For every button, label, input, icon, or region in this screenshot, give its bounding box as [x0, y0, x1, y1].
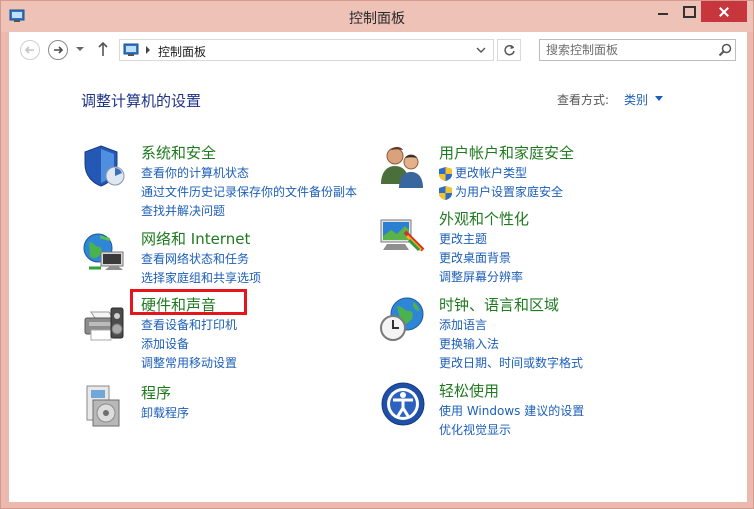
category-title-system-security[interactable]: 系统和安全	[141, 142, 216, 163]
category-title-appearance[interactable]: 外观和个性化	[439, 208, 529, 229]
window-title: 控制面板	[349, 11, 405, 27]
view-by-chevron-down-icon[interactable]	[655, 96, 663, 101]
category-links: 查看你的计算机状态 通过文件历史记录保存你的文件备份副本 查找并解决问题	[141, 164, 357, 221]
users-icon[interactable]	[379, 142, 427, 190]
search-box[interactable]	[539, 39, 736, 61]
category-links: 卸载程序	[141, 404, 189, 423]
uac-shield-icon	[439, 167, 452, 181]
title-bar[interactable]: 控制面板	[1, 1, 753, 32]
control-panel-window: 控制面板 控制面板 搜索控制面板 调整计算机的设置 查看方式: 类别 系统和安全…	[0, 0, 754, 509]
category-title-user-accounts[interactable]: 用户帐户和家庭安全	[439, 142, 574, 163]
clock-globe-icon[interactable]	[379, 296, 427, 344]
ease-of-access-icon[interactable]	[379, 380, 427, 428]
address-history-chevron-down-icon[interactable]	[476, 47, 486, 54]
link-change-date-time-format[interactable]: 更改日期、时间或数字格式	[439, 354, 583, 373]
link-add-language[interactable]: 添加语言	[439, 316, 583, 335]
view-by-dropdown[interactable]: 类别	[624, 91, 648, 108]
page-heading: 调整计算机的设置	[81, 92, 202, 110]
category-links: 更改帐户类型 为用户设置家庭安全	[439, 164, 563, 202]
navigation-bar: 控制面板	[9, 32, 747, 66]
highlight-annotation-box	[130, 289, 247, 315]
link-devices-printers[interactable]: 查看设备和打印机	[141, 316, 237, 335]
view-by-label: 查看方式:	[557, 93, 610, 107]
appearance-icon[interactable]	[379, 214, 427, 262]
link-adjust-screen-resolution[interactable]: 调整屏幕分辨率	[439, 268, 523, 287]
category-programs: 程序 卸载程序	[81, 382, 381, 432]
programs-icon[interactable]	[81, 382, 129, 430]
recent-locations-chevron-down-icon[interactable]	[76, 45, 84, 53]
minimize-button[interactable]	[653, 1, 673, 22]
link-add-device[interactable]: 添加设备	[141, 335, 237, 354]
breadcrumb-control-panel[interactable]: 控制面板	[158, 43, 206, 60]
link-change-desktop-background[interactable]: 更改桌面背景	[439, 249, 523, 268]
back-button[interactable]	[20, 40, 40, 60]
close-button[interactable]	[701, 1, 747, 22]
address-bar[interactable]: 控制面板	[119, 39, 494, 61]
main-content: 调整计算机的设置 查看方式: 类别 系统和安全 查看你的计算机状态 通过文件历史…	[9, 66, 747, 502]
category-system-security: 系统和安全 查看你的计算机状态 通过文件历史记录保存你的文件备份副本 查找并解决…	[81, 142, 381, 218]
link-change-theme[interactable]: 更改主题	[439, 230, 523, 249]
search-icon[interactable]	[718, 43, 732, 57]
link-change-input-method[interactable]: 更换输入法	[439, 335, 583, 354]
arrow-right-icon	[54, 46, 64, 54]
category-title-network-internet[interactable]: 网络和 Internet	[141, 228, 250, 249]
category-ease-of-access: 轻松使用 使用 Windows 建议的设置 优化视觉显示	[379, 380, 709, 437]
shield-icon[interactable]	[81, 142, 129, 190]
uac-shield-icon	[439, 186, 452, 200]
category-links: 查看设备和打印机 添加设备 调整常用移动设置	[141, 316, 237, 373]
link-family-safety[interactable]: 为用户设置家庭安全	[439, 183, 563, 202]
link-network-status-tasks[interactable]: 查看网络状态和任务	[141, 250, 261, 269]
category-network-internet: 网络和 Internet 查看网络状态和任务 选择家庭组和共享选项	[81, 228, 381, 285]
search-input[interactable]	[540, 40, 710, 60]
link-view-computer-status[interactable]: 查看你的计算机状态	[141, 164, 357, 183]
category-title-programs[interactable]: 程序	[141, 382, 171, 403]
breadcrumb-chevron-right-icon[interactable]	[145, 46, 151, 54]
link-optimize-visual-display[interactable]: 优化视觉显示	[439, 421, 584, 440]
category-user-accounts: 用户帐户和家庭安全 更改帐户类型 为用户设置家庭安全	[379, 142, 709, 200]
category-links: 添加语言 更换输入法 更改日期、时间或数字格式	[439, 316, 583, 373]
category-clock-language-region: 时钟、语言和区域 添加语言 更换输入法 更改日期、时间或数字格式	[379, 294, 709, 370]
link-change-account-type-label: 更改帐户类型	[455, 166, 528, 180]
forward-button[interactable]	[48, 40, 68, 60]
maximize-button[interactable]	[677, 1, 699, 22]
refresh-icon	[504, 44, 515, 56]
category-title-clock-language-region[interactable]: 时钟、语言和区域	[439, 294, 559, 315]
link-troubleshoot[interactable]: 查找并解决问题	[141, 202, 357, 221]
printer-icon[interactable]	[81, 300, 129, 348]
category-appearance: 外观和个性化 更改主题 更改桌面背景 调整屏幕分辨率	[379, 208, 709, 284]
control-panel-location-icon	[123, 43, 139, 56]
category-links: 查看网络状态和任务 选择家庭组和共享选项	[141, 250, 261, 288]
arrow-left-icon	[24, 46, 34, 54]
link-family-safety-label: 为用户设置家庭安全	[455, 185, 564, 199]
link-uninstall-program[interactable]: 卸载程序	[141, 404, 189, 423]
link-mobility-settings[interactable]: 调整常用移动设置	[141, 354, 237, 373]
up-arrow-icon[interactable]	[97, 41, 109, 57]
network-globe-icon[interactable]	[81, 228, 129, 276]
refresh-button[interactable]	[497, 39, 521, 61]
link-windows-recommended-settings[interactable]: 使用 Windows 建议的设置	[439, 402, 584, 421]
link-change-account-type[interactable]: 更改帐户类型	[439, 164, 563, 183]
link-file-history-backup[interactable]: 通过文件历史记录保存你的文件备份副本	[141, 183, 357, 202]
category-links: 使用 Windows 建议的设置 优化视觉显示	[439, 402, 584, 440]
link-homegroup-sharing[interactable]: 选择家庭组和共享选项	[141, 269, 261, 288]
category-links: 更改主题 更改桌面背景 调整屏幕分辨率	[439, 230, 523, 287]
category-title-ease-of-access[interactable]: 轻松使用	[439, 380, 499, 401]
